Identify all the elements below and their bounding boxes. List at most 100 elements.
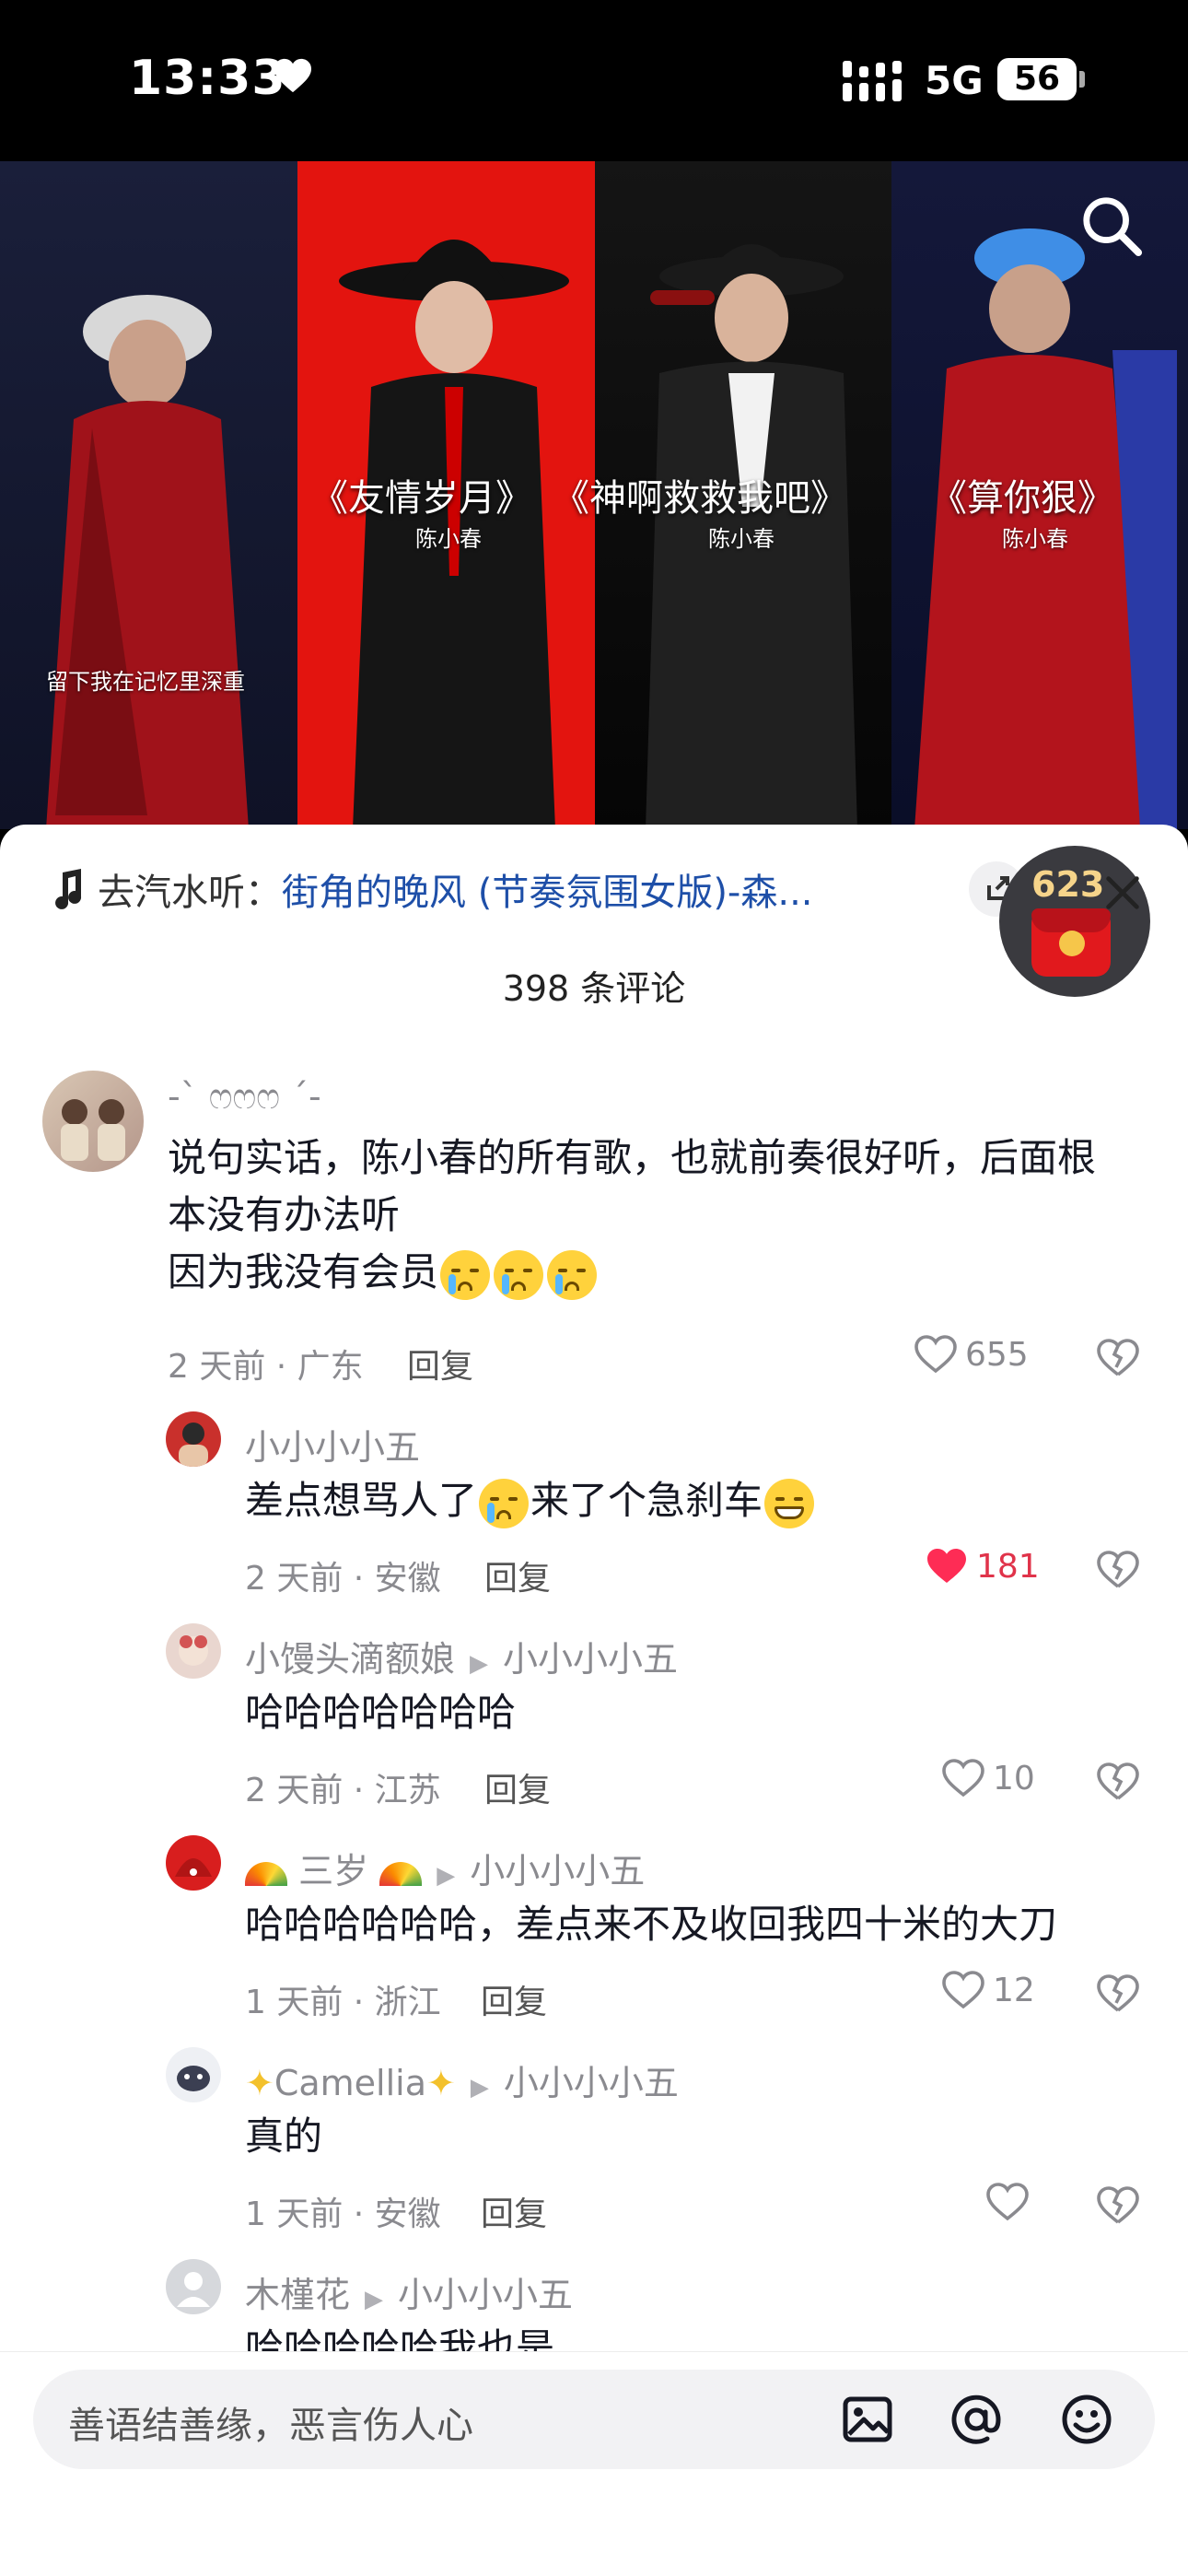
rainbow-emoji [379, 1861, 423, 1886]
comment-meta: 1 天前 · 安徽 [245, 2195, 441, 2233]
avatar-image [61, 1099, 125, 1161]
comment-text: 说句实话，陈小春的所有歌，也就前奏很好听，后面根 本没有办法听 因为我没有会员 [168, 1130, 1162, 1301]
avatar[interactable] [166, 2259, 221, 2314]
song-title-2: 《神啊救救我吧》 [553, 477, 847, 520]
comment-meta: 1 天前 · 浙江 [245, 1984, 441, 2021]
like-button[interactable]: 655 [914, 1334, 1029, 1375]
comment-text-line: 说句实话，陈小春的所有歌，也就前奏很好听，后面根 [168, 1135, 1097, 1180]
comment-username[interactable]: 小馒头滴额娘 ▶ 小小小小五 [245, 1631, 678, 1681]
reply-button[interactable]: 回复 [481, 1975, 547, 2023]
avatar[interactable] [42, 1071, 144, 1172]
red-packet-coin [1059, 931, 1085, 956]
video-panel-1 [0, 161, 297, 829]
reply-to-user[interactable]: 小小小小五 [504, 2063, 679, 2103]
emoji-icon[interactable] [1057, 2390, 1116, 2449]
dislike-broken-heart-icon[interactable] [1096, 1760, 1140, 1804]
dislike-broken-heart-icon[interactable] [1096, 1972, 1140, 2016]
music-title[interactable]: 街角的晚风 (节奏氛围女版)-森... [282, 862, 813, 916]
reply-arrow-icon: ▶ [470, 2074, 489, 2102]
at-mention-icon[interactable] [947, 2390, 1006, 2449]
avatar-image [175, 1858, 212, 1877]
grinning-emoji [764, 1478, 815, 1528]
comment-username[interactable]: 小小小小五 [245, 1419, 420, 1469]
like-heart-icon [927, 1549, 966, 1583]
comment-text: 哈哈哈哈哈哈哈 [245, 1690, 517, 1735]
comment-meta: 2 天前 · 江苏 [245, 1772, 441, 1809]
reply-to-user[interactable]: 小小小小五 [398, 2275, 573, 2315]
status-bar: 13:33 5G 56 [0, 0, 1188, 161]
like-button[interactable]: 10 [941, 1758, 1035, 1798]
avatar-image [179, 1635, 208, 1666]
reply-arrow-icon: ▶ [365, 2286, 384, 2313]
heart-icon [274, 58, 311, 93]
dislike-broken-heart-icon[interactable] [1096, 2184, 1140, 2228]
comment-text: 差点想骂人了 来了个急刹车 [245, 1472, 1147, 1529]
red-packet-count: 623 [1031, 864, 1105, 905]
lyric-caption: 留下我在记忆里深重 [46, 669, 245, 695]
reply-button[interactable]: 回复 [484, 1551, 551, 1599]
sparkle-emoji: ✦ [245, 2063, 274, 2103]
like-count: 12 [993, 1971, 1035, 2009]
performer-figure [46, 295, 249, 829]
crying-emoji [440, 1249, 491, 1300]
dislike-broken-heart-icon[interactable] [1096, 1548, 1140, 1592]
song-title-1: 《友情岁月》 [311, 477, 532, 520]
like-count: 10 [993, 1759, 1035, 1797]
comment-text-line: 因为我没有会员 [168, 1244, 1162, 1301]
crying-emoji [494, 1249, 544, 1300]
reply-button[interactable]: 回复 [481, 2187, 547, 2235]
comment-text-part: 差点想骂人了 [245, 1478, 478, 1523]
music-prefix: 去汽水听： [98, 872, 282, 914]
search-icon[interactable] [1079, 193, 1144, 258]
battery-level: 56 [997, 58, 1077, 100]
reply-arrow-icon: ▶ [470, 1650, 489, 1678]
comment-count: 398 条评论 [502, 968, 686, 1009]
like-button[interactable] [985, 2182, 1037, 2222]
network-type: 5G [925, 58, 984, 103]
dislike-broken-heart-icon[interactable] [1096, 1336, 1140, 1380]
avatar[interactable] [166, 1411, 221, 1467]
comment-username[interactable]: 木槿花 ▶ 小小小小五 [245, 2266, 573, 2317]
song-artist-2: 陈小春 [708, 526, 775, 552]
like-button[interactable]: 12 [941, 1970, 1035, 2010]
avatar[interactable] [166, 1835, 221, 1891]
song-artist-1: 陈小春 [415, 526, 482, 552]
like-count: 655 [965, 1335, 1029, 1374]
comment-username-text: Camellia [274, 2063, 427, 2103]
like-heart-icon [942, 1759, 984, 1797]
battery-tip [1079, 71, 1085, 88]
like-button[interactable]: 181 [925, 1546, 1040, 1587]
red-packet-flap [1031, 908, 1111, 932]
reply-arrow-icon: ▶ [437, 1862, 456, 1890]
comment-text: 哈哈哈哈哈我也是 [245, 2325, 555, 2351]
comment-meta: 2 天前 · 安徽 [245, 1560, 441, 1598]
crying-emoji [479, 1478, 530, 1528]
close-icon[interactable] [1101, 872, 1144, 914]
reply-to-user[interactable]: 小小小小五 [470, 1851, 645, 1891]
comment-username-text: 木槿花 [245, 2275, 351, 2315]
avatar[interactable] [166, 1623, 221, 1679]
comment-username-text: 三岁 [298, 1851, 369, 1891]
home-indicator-area [0, 2515, 1188, 2576]
comment-text-line: 本没有办法听 [168, 1192, 401, 1237]
comment-text-line: 因为我没有会员 [168, 1249, 439, 1294]
comment-username[interactable]: -ˋ ෆෆෆ ˊ- [168, 1076, 321, 1118]
like-heart-icon [942, 1971, 984, 2009]
avatar[interactable] [166, 2047, 221, 2102]
video-player[interactable]: 《友情岁月》 陈小春 《神啊救救我吧》 陈小春 《算你狠》 陈小春 留下我在记忆… [0, 161, 1188, 829]
crying-emoji [547, 1249, 598, 1300]
rainbow-emoji [245, 1861, 287, 1886]
comment-username[interactable]: 三岁 ▶ 小小小小五 [245, 1843, 645, 1893]
song-artist-3: 陈小春 [1002, 526, 1068, 552]
signal-icon [843, 61, 902, 101]
reply-button[interactable]: 回复 [407, 1340, 473, 1388]
music-link[interactable]: 去汽水听： 街角的晚风 (节奏氛围女版)-森... [48, 857, 813, 921]
reply-to-user[interactable]: 小小小小五 [503, 1639, 678, 1680]
reply-button[interactable]: 回复 [484, 1763, 551, 1811]
comment-meta: 2 天前 · 广东 [168, 1348, 364, 1386]
status-time: 13:33 [129, 51, 286, 106]
image-icon[interactable] [838, 2390, 897, 2449]
like-heart-icon [914, 1335, 957, 1374]
avatar-image [179, 1423, 208, 1467]
comment-username[interactable]: ✦Camellia✦ ▶ 小小小小五 [245, 2055, 679, 2105]
